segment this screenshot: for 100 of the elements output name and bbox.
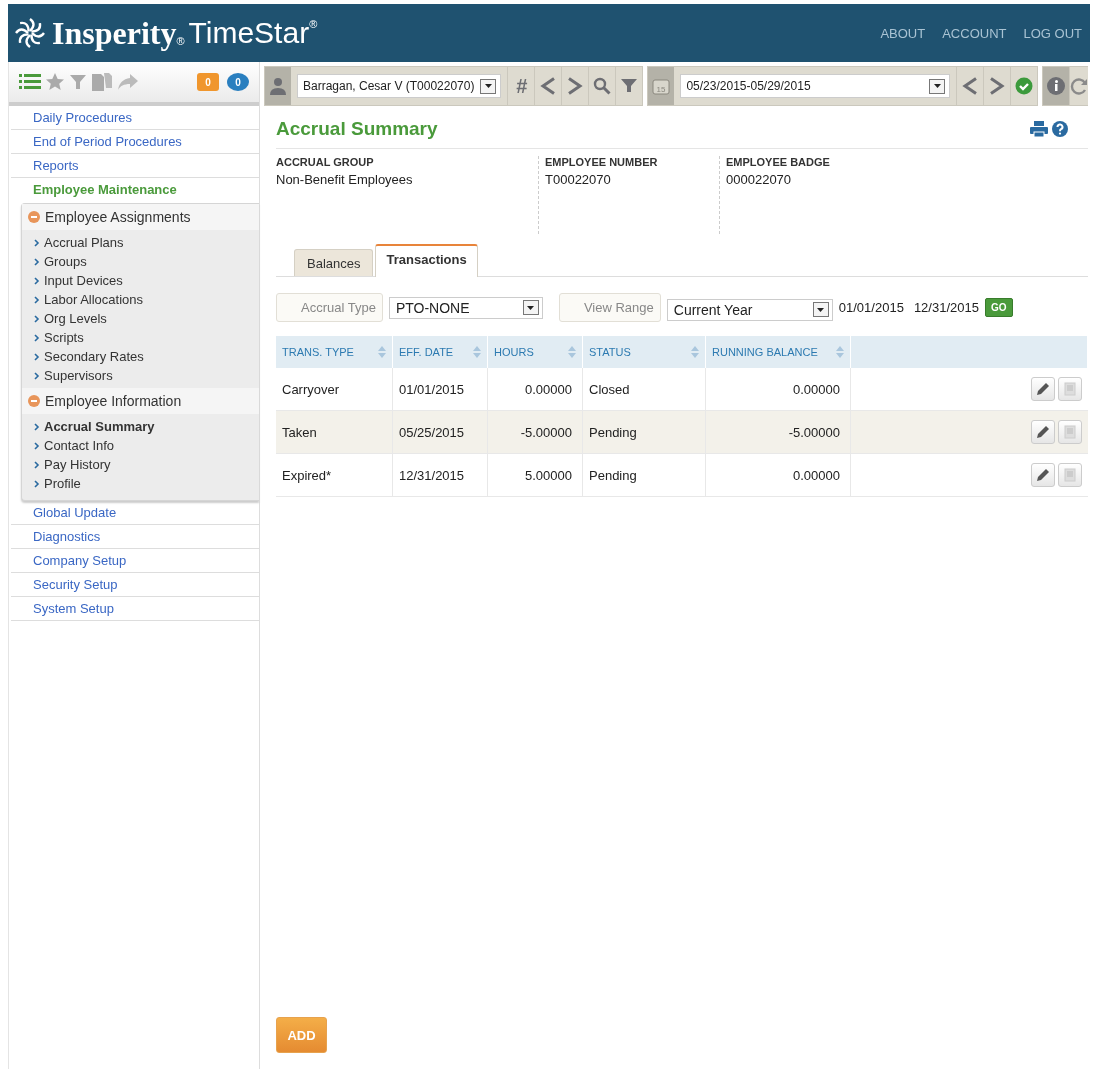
header-link[interactable]: ACCOUNT <box>942 25 1007 41</box>
caret-icon <box>527 305 535 310</box>
submenu-item[interactable]: Profile <box>22 475 259 494</box>
check-circle-icon <box>1015 77 1033 95</box>
submenu-item[interactable]: Secondary Rates <box>22 348 259 367</box>
list-icon[interactable] <box>19 73 41 91</box>
sidebar-item[interactable]: System Setup <box>11 597 259 621</box>
sidebar-item[interactable]: Reports <box>11 154 259 178</box>
table-cell: Pending <box>589 424 637 440</box>
chevron-left-icon <box>539 77 558 95</box>
submenu-item[interactable]: Input Devices <box>22 272 259 291</box>
chevron-right-icon <box>566 77 585 95</box>
sidebar-item[interactable]: Daily Procedures <box>11 106 259 130</box>
sidebar-item[interactable]: End of Period Procedures <box>11 130 259 154</box>
column-header[interactable]: HOURS <box>487 336 583 368</box>
column-header[interactable]: TRANS. TYPE <box>276 336 393 368</box>
sort-icon <box>378 346 386 358</box>
hash-button[interactable]: # <box>507 67 535 105</box>
pencil-icon <box>1035 425 1050 439</box>
view-range-select[interactable]: Current Year <box>666 298 833 321</box>
go-button[interactable]: GO <box>984 298 1013 317</box>
star-icon[interactable] <box>45 72 65 92</box>
help-icon[interactable] <box>1052 121 1068 137</box>
registered-mark: ® <box>309 19 318 30</box>
field-label: EMPLOYEE NUMBER <box>545 156 659 168</box>
submenu-item[interactable]: Pay History <box>22 456 259 475</box>
print-icon[interactable] <box>1030 121 1048 137</box>
field-label: EMPLOYEE BADGE <box>726 156 831 168</box>
pencil-icon <box>1035 382 1050 396</box>
filter-icon[interactable] <box>69 73 87 91</box>
chevron-icon <box>34 315 40 323</box>
sort-icon <box>568 346 576 358</box>
notepad-icon <box>1062 425 1077 439</box>
field-label: ACCRUAL GROUP <box>276 156 375 168</box>
dropdown-button[interactable] <box>929 78 945 94</box>
chevron-icon <box>34 461 40 469</box>
field-value: 000022070 <box>726 172 793 187</box>
table-cell: 0.00000 <box>793 467 840 483</box>
edit-button[interactable] <box>1030 377 1055 401</box>
submenu-item[interactable]: Supervisors <box>22 367 259 386</box>
chevron-icon <box>34 277 40 285</box>
column-header[interactable]: STATUS <box>582 336 706 368</box>
minus-circle-icon <box>28 211 40 223</box>
sidebar-item[interactable]: Employee Maintenance <box>11 178 259 201</box>
info-button[interactable] <box>1043 67 1069 105</box>
column-header[interactable]: EFF. DATE <box>392 336 488 368</box>
table-cell: -5.00000 <box>788 424 840 440</box>
tab[interactable]: Transactions <box>375 244 478 277</box>
submenu-item[interactable]: Accrual Plans <box>22 234 259 253</box>
dropdown-button[interactable] <box>480 78 497 94</box>
dropdown-button[interactable] <box>522 300 539 315</box>
submenu-item[interactable]: Labor Allocations <box>22 291 259 310</box>
submenu-group[interactable]: Employee Information <box>22 388 259 414</box>
submenu-item[interactable]: Org Levels <box>22 310 259 329</box>
table-cell: -5.00000 <box>520 424 572 440</box>
edit-button[interactable] <box>1030 420 1055 444</box>
chevron-icon <box>34 423 40 431</box>
logo-name: Insperity <box>52 14 177 53</box>
table-cell: 05/25/2015 <box>399 424 465 440</box>
filter-label: View Range <box>558 293 661 322</box>
field-value: T00022070 <box>545 172 612 187</box>
chevron-icon <box>34 239 40 247</box>
refresh-icon <box>1070 77 1088 95</box>
sidebar-item[interactable]: Diagnostics <box>11 525 259 549</box>
column-header[interactable]: RUNNING BALANCE <box>705 336 851 368</box>
minus-circle-icon <box>28 395 40 407</box>
table-cell: Expired* <box>282 467 332 483</box>
submenu-item[interactable]: Accrual Summary <box>22 418 259 437</box>
chevron-icon <box>34 353 40 361</box>
table-cell: Pending <box>589 467 637 483</box>
field-value: Non-Benefit Employees <box>276 172 414 187</box>
submenu-item[interactable]: Groups <box>22 253 259 272</box>
submenu-item[interactable]: Contact Info <box>22 437 259 456</box>
group-label: Employee Assignments <box>45 209 191 225</box>
sidebar-item[interactable]: Global Update <box>11 501 259 525</box>
date-range-select[interactable]: 05/23/2015-05/29/2015 <box>680 74 950 98</box>
tab[interactable]: Balances <box>294 249 374 276</box>
chevron-right-icon <box>988 77 1006 95</box>
table-cell: 0.00000 <box>525 381 572 397</box>
group-label: Employee Information <box>45 393 182 409</box>
filter-label: Accrual Type <box>276 293 383 322</box>
header-link[interactable]: ABOUT <box>880 25 926 41</box>
sidebar-item[interactable]: Security Setup <box>11 573 259 597</box>
refresh-button[interactable] <box>1069 67 1088 105</box>
caret-icon <box>817 307 825 312</box>
documents-icon[interactable] <box>91 72 113 92</box>
employee-select[interactable]: Barragan, Cesar V (T00022070) <box>297 74 502 98</box>
submenu-group[interactable]: Employee Assignments <box>22 204 259 230</box>
table-cell: Carryover <box>282 381 340 397</box>
dropdown-button[interactable] <box>812 302 829 317</box>
sidebar-item[interactable]: Company Setup <box>11 549 259 573</box>
accrual-type-select[interactable]: PTO-NONE <box>388 296 543 319</box>
registered-mark: ® <box>176 36 185 47</box>
header-link[interactable]: LOG OUT <box>1023 25 1082 41</box>
edit-button[interactable] <box>1030 463 1055 487</box>
caret-icon <box>484 84 492 88</box>
pencil-icon <box>1035 468 1050 482</box>
chat-badge[interactable]: 0 <box>227 73 249 91</box>
submenu-item[interactable]: Scripts <box>22 329 259 348</box>
product-name: TimeStar <box>188 15 310 51</box>
